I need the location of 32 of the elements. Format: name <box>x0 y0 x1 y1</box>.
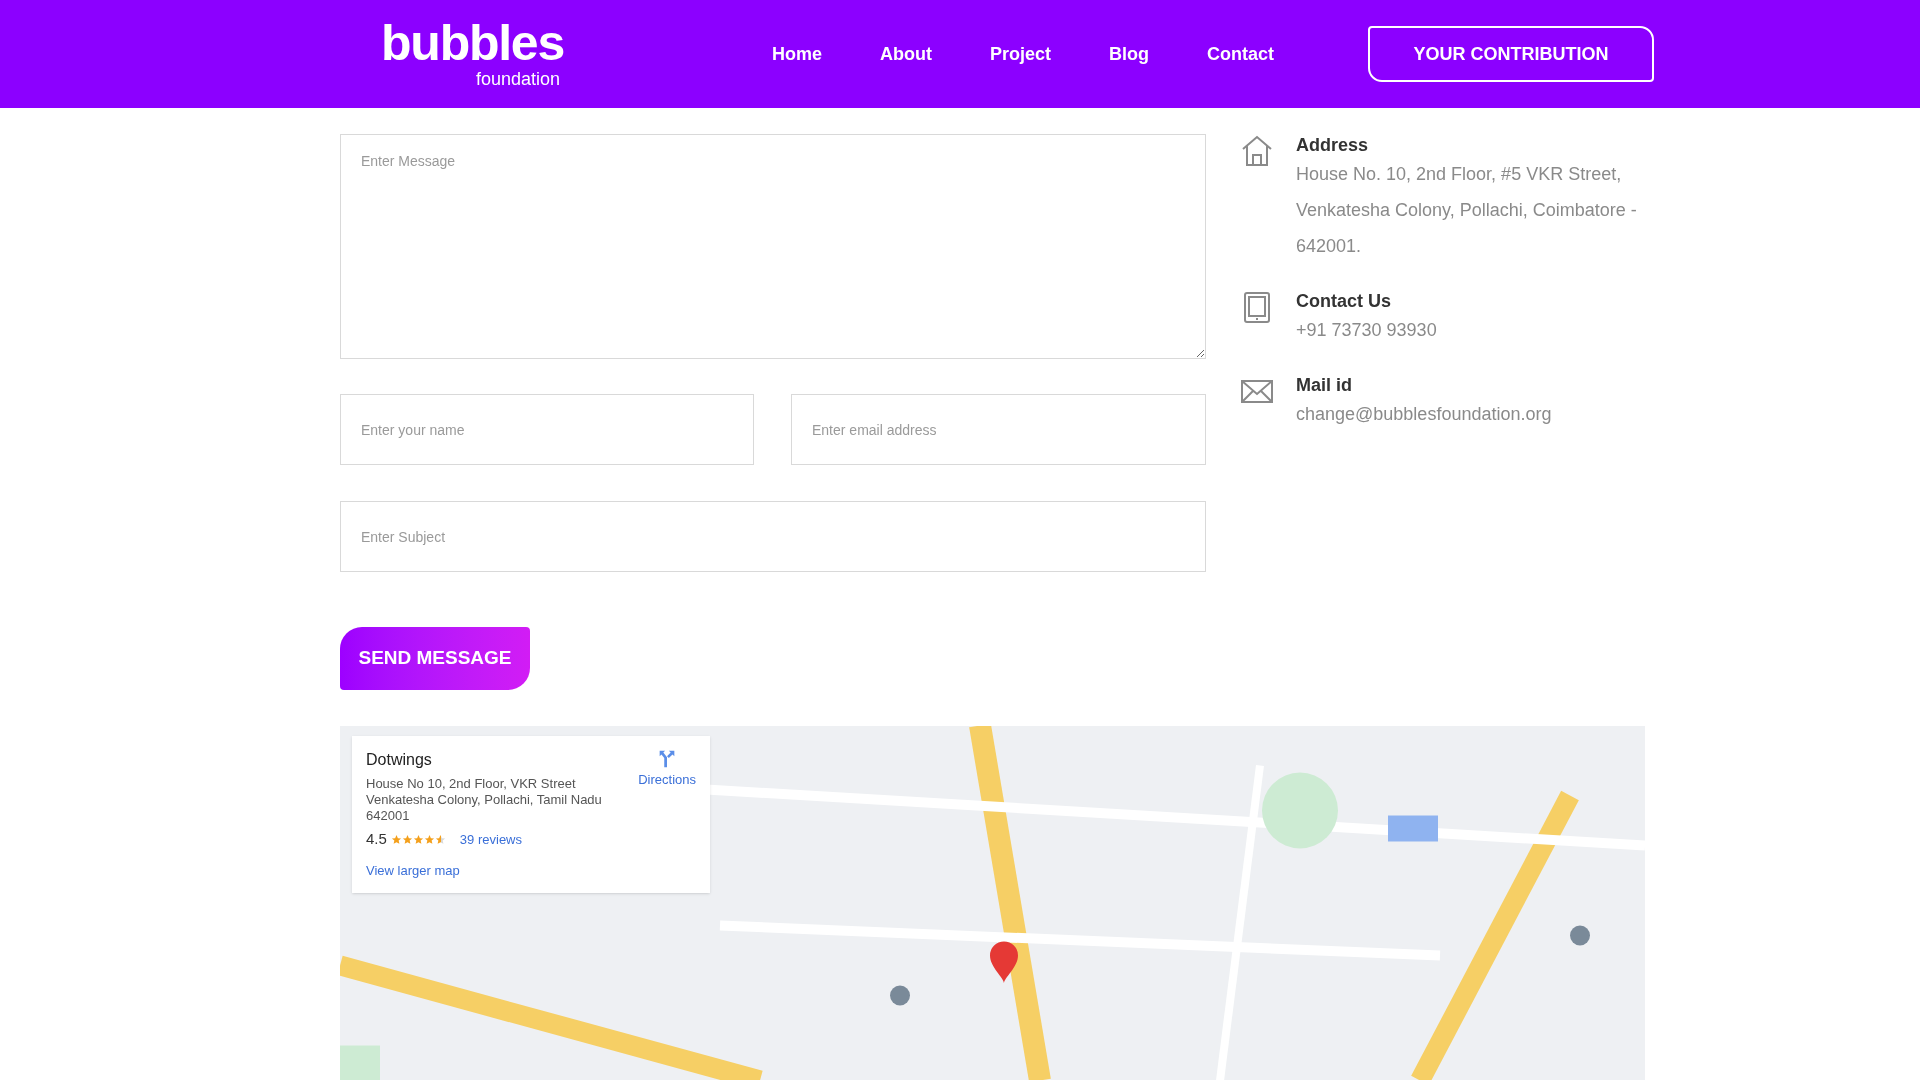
contact-title: Mail id <box>1296 374 1353 396</box>
place-address: House No 10, 2nd Floor, VKR Street Venkatesha Colony, Pollachi, Tamil Nadu 642001 <box>366 776 603 824</box>
larger-map-link[interactable]: View larger map <box>366 860 606 880</box>
subject-field[interactable]: Enter Subject <box>340 501 1206 572</box>
contribution-button[interactable]: YOUR CONTRIBUTION <box>1368 26 1655 82</box>
nav-link[interactable]: Project <box>990 40 1052 68</box>
star-icon <box>423 833 435 845</box>
directions-link[interactable]: Directions <box>638 748 696 893</box>
place-name: Dotwings <box>366 750 433 770</box>
star-icon <box>390 833 402 845</box>
nav-link[interactable]: Blog <box>1109 40 1150 68</box>
contact-text: change@bubblesfoundation.org <box>1296 403 1552 426</box>
contact-title: Contact Us <box>1296 290 1392 312</box>
star-icon <box>412 833 424 845</box>
contact-text: House No. 10, 2nd Floor, #5 VKR Street, Venkatesha Colony, Pollachi, Coimbatore - 642001. <box>1296 163 1638 258</box>
rating-value: 4.5 <box>366 829 387 849</box>
map-view[interactable]: Dotwings House No 10, 2nd Floor, VKR Street Venkatesha Colony, Pollachi, Tamil Nadu 642001 4.5 39 reviews View larger map Directions <box>340 726 1645 1080</box>
email-field[interactable]: Enter email address <box>791 394 1206 465</box>
contact-text: +91 73730 93930 <box>1296 319 1437 342</box>
nav-link[interactable]: About <box>880 40 932 68</box>
reviews-link[interactable]: 39 reviews <box>459 829 522 849</box>
star-icon <box>401 833 413 845</box>
name-field[interactable]: Enter your name <box>340 394 754 465</box>
contact-title: Address <box>1296 134 1370 156</box>
send-message-button[interactable]: SEND MESSAGE <box>340 627 530 690</box>
nav-link[interactable]: Contact <box>1207 40 1275 68</box>
message-field[interactable]: Enter Message <box>340 134 1206 359</box>
nav-link[interactable]: Home <box>772 40 822 68</box>
star-icon <box>434 833 446 845</box>
logo-subtitle: foundation <box>475 68 560 90</box>
house-icon <box>1240 134 1274 168</box>
logo-wordmark[interactable]: bubbles <box>381 18 564 68</box>
